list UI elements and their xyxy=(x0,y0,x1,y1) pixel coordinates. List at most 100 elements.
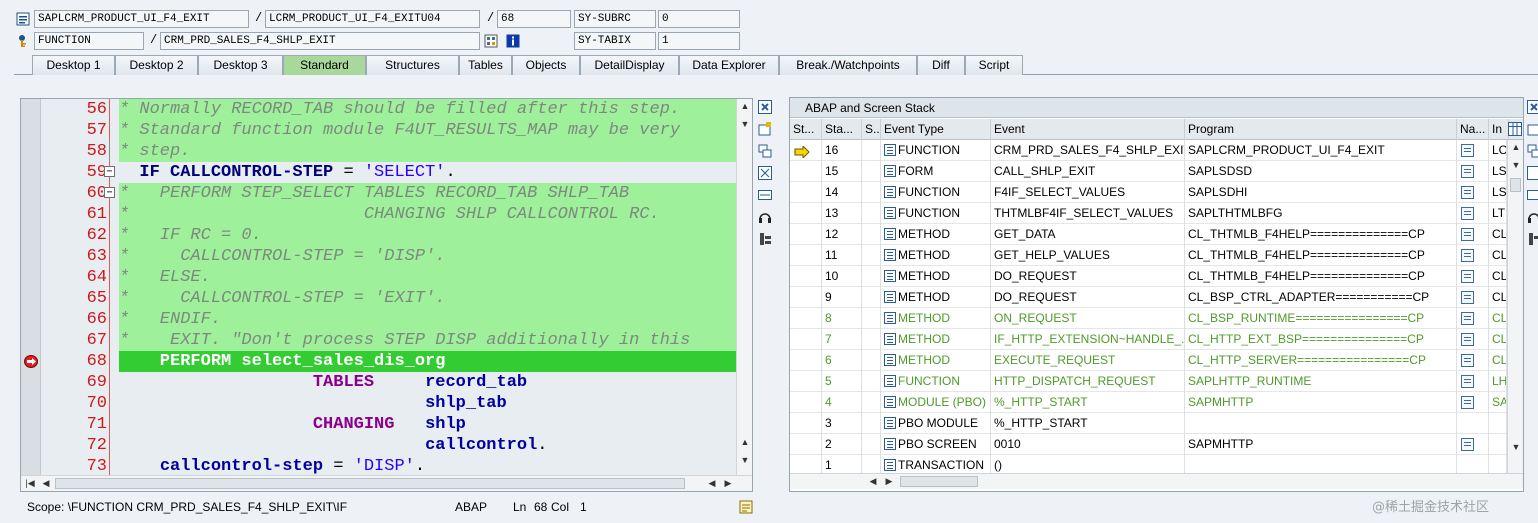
layout-icon[interactable] xyxy=(757,188,773,204)
navigate-cell[interactable] xyxy=(1457,287,1489,308)
stack-row[interactable]: 13 FUNCTION THTMLBF4IF_SELECT_VALUES SAPLTH… xyxy=(790,203,1523,224)
scroll-left-icon[interactable]: ◀ xyxy=(866,474,880,488)
stack-row[interactable]: 7 METHOD IF_HTTP_EXTENSION~HANDLE_... CL_HT… xyxy=(790,329,1523,350)
navigate-cell[interactable] xyxy=(1457,266,1489,287)
stack-vertical-scrollbar[interactable]: ▲ ▼ ▼ xyxy=(1507,140,1523,473)
column-header[interactable]: Na... xyxy=(1457,119,1489,140)
info-icon[interactable] xyxy=(505,33,521,49)
navigate-cell[interactable] xyxy=(1457,182,1489,203)
tab-desktop-3[interactable]: Desktop 3 xyxy=(198,55,283,75)
stack-row[interactable]: 8 METHOD ON_REQUEST CL_BSP_RUNTIME=========… xyxy=(790,308,1523,329)
navigate-icon[interactable] xyxy=(1461,228,1474,241)
close-icon[interactable] xyxy=(757,100,773,116)
navigate-cell[interactable] xyxy=(1457,392,1489,413)
navigate-icon[interactable] xyxy=(1461,165,1474,178)
navigate-cell[interactable] xyxy=(1457,329,1489,350)
column-header[interactable]: St... xyxy=(790,119,822,140)
tab-desktop-2[interactable]: Desktop 2 xyxy=(115,55,198,75)
navigate-cell[interactable] xyxy=(1457,161,1489,182)
tab-objects[interactable]: Objects xyxy=(512,55,580,75)
layout-icon[interactable] xyxy=(1527,188,1538,202)
navigate-icon[interactable] xyxy=(1461,207,1474,220)
scroll-right-icon[interactable]: ◀ xyxy=(705,476,719,490)
code-line[interactable]: 56 * Normally RECORD_TAB should be fille… xyxy=(21,99,752,120)
navigate-icon[interactable] xyxy=(1461,249,1474,262)
fold-toggle[interactable]: − xyxy=(104,166,115,177)
scroll-left-icon[interactable]: ◀ xyxy=(39,476,53,490)
close-icon[interactable] xyxy=(1527,100,1538,114)
tab-break-watchpoints[interactable]: Break./Watchpoints xyxy=(779,55,917,75)
code-line[interactable]: 65 * CALLCONTROL-STEP = 'EXIT'. xyxy=(21,288,752,309)
stack-row[interactable]: 16 FUNCTION CRM_PRD_SALES_F4_SHLP_EXIT SAPL… xyxy=(790,140,1523,161)
editor-vertical-scrollbar[interactable]: ▲ ▼ ▲ ▼ xyxy=(736,99,752,477)
stack-row[interactable]: 14 FUNCTION F4IF_SELECT_VALUES SAPLSDHI LS xyxy=(790,182,1523,203)
navigate-icon[interactable] xyxy=(1461,186,1474,199)
debug-settings-icon[interactable] xyxy=(1527,232,1538,246)
tab-diff[interactable]: Diff xyxy=(917,55,965,75)
variable-name-field-2[interactable]: SY-TABIX xyxy=(574,32,656,50)
code-line[interactable]: 66 * ENDIF. xyxy=(21,309,752,330)
stack-row[interactable]: 15 FORM CALL_SHLP_EXIT SAPLSDSD LS xyxy=(790,161,1523,182)
navigate-cell[interactable] xyxy=(1457,434,1489,455)
headset-icon[interactable] xyxy=(1527,210,1538,224)
tab-standard[interactable]: Standard xyxy=(283,55,366,75)
stack-row[interactable]: 12 METHOD GET_DATA CL_THTMLB_F4HELP========… xyxy=(790,224,1523,245)
navigate-icon[interactable] xyxy=(1461,375,1474,388)
debug-settings-icon[interactable] xyxy=(757,232,773,248)
event-field[interactable]: CRM_PRD_SALES_F4_SHLP_EXIT xyxy=(160,32,480,50)
swap-tool-icon[interactable] xyxy=(757,144,773,160)
stack-row[interactable]: 2 PBO SCREEN 0010 SAPMHTTP xyxy=(790,434,1523,455)
current-code-line[interactable]: 68 PERFORM select_sales_dis_org xyxy=(21,351,752,372)
variable-value-field-1[interactable]: 0 xyxy=(658,10,740,28)
column-header[interactable]: Program xyxy=(1185,119,1457,140)
code-line[interactable]: 57 * Standard function module F4UT_RESUL… xyxy=(21,120,752,141)
stack-row[interactable]: 10 METHOD DO_REQUEST CL_THTMLB_F4HELP======… xyxy=(790,266,1523,287)
navigate-cell[interactable] xyxy=(1457,350,1489,371)
stack-row[interactable]: 5 FUNCTION HTTP_DISPATCH_REQUEST SAPLHTTP_R… xyxy=(790,371,1523,392)
navigate-icon[interactable] xyxy=(1461,354,1474,367)
code-line[interactable]: 58 * step. xyxy=(21,141,752,162)
tab-tables[interactable]: Tables xyxy=(459,55,512,75)
scroll-down-icon[interactable]: ▼ xyxy=(1509,158,1523,172)
navigate-icon[interactable] xyxy=(1461,291,1474,304)
code-line[interactable]: 62 * IF RC = 0. xyxy=(21,225,752,246)
stack-row[interactable]: 11 METHOD GET_HELP_VALUES CL_THTMLB_F4HELP=… xyxy=(790,245,1523,266)
swap-tool-icon[interactable] xyxy=(1527,144,1538,158)
scroll-thumb[interactable] xyxy=(1510,178,1521,192)
navigate-cell[interactable] xyxy=(1457,224,1489,245)
include-field[interactable]: LCRM_PRODUCT_UI_F4_EXITU04 xyxy=(265,10,480,28)
navigate-cell[interactable] xyxy=(1457,203,1489,224)
line-field[interactable]: 68 xyxy=(497,10,571,28)
variable-name-field-1[interactable]: SY-SUBRC xyxy=(574,10,656,28)
scroll-down-icon[interactable]: ▲ xyxy=(738,435,752,449)
column-header[interactable]: Event xyxy=(991,119,1185,140)
headset-icon[interactable] xyxy=(757,210,773,226)
code-line[interactable]: 61 * CHANGING SHLP CALLCONTROL RC. xyxy=(21,204,752,225)
code-line[interactable]: 59 − IF CALLCONTROL-STEP = 'SELECT'. xyxy=(21,162,752,183)
column-header[interactable]: In xyxy=(1489,119,1509,140)
tab-structures[interactable]: Structures xyxy=(366,55,459,75)
editor-horizontal-scrollbar[interactable]: |◀ ◀ ◀ ▶ xyxy=(21,475,752,491)
scroll-up-icon[interactable]: ▲ xyxy=(1509,140,1523,154)
column-header[interactable]: S... xyxy=(862,119,881,140)
new-tool-icon[interactable] xyxy=(1527,122,1538,136)
program-field[interactable]: SAPLCRM_PRODUCT_UI_F4_EXIT xyxy=(34,10,249,28)
navigate-icon[interactable] xyxy=(1461,396,1474,409)
column-header[interactable]: Sta... xyxy=(822,119,862,140)
stack-row[interactable]: 3 PBO MODULE %_HTTP_START xyxy=(790,413,1523,434)
scroll-left-icon[interactable]: |◀ xyxy=(23,476,37,490)
navigate-cell[interactable] xyxy=(1457,371,1489,392)
tab-desktop-1[interactable]: Desktop 1 xyxy=(32,55,115,75)
scroll-down-icon[interactable]: ▼ xyxy=(738,453,752,467)
scroll-thumb[interactable] xyxy=(55,478,685,489)
navigate-icon[interactable] xyxy=(1461,333,1474,346)
code-line[interactable]: 70 shlp_tab xyxy=(21,393,752,414)
table-settings-icon[interactable] xyxy=(1508,122,1522,136)
scroll-up-icon[interactable]: ▲ xyxy=(738,99,752,113)
stack-row[interactable]: 4 MODULE (PBO) %_HTTP_START SAPMHTTP SA xyxy=(790,392,1523,413)
new-tool-icon[interactable] xyxy=(757,122,773,138)
source-code-editor[interactable]: 56 * Normally RECORD_TAB should be fille… xyxy=(20,98,753,492)
code-line[interactable]: 72 callcontrol. xyxy=(21,435,752,456)
navigate-icon[interactable] xyxy=(1461,312,1474,325)
code-line[interactable]: 60 − * PERFORM STEP_SELECT TABLES RECORD… xyxy=(21,183,752,204)
